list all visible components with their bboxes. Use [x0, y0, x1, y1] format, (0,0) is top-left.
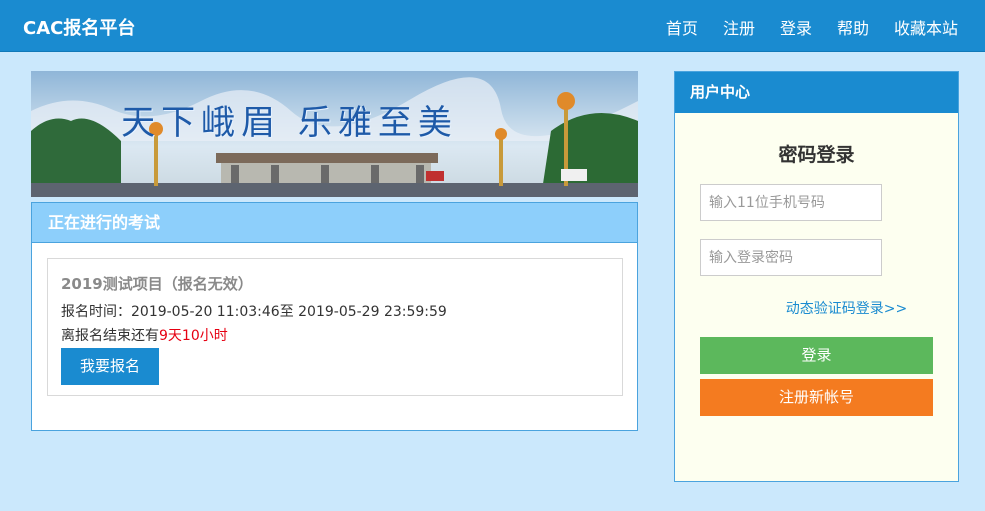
nav-home[interactable]: 首页	[666, 15, 698, 39]
ongoing-exams-panel: 正在进行的考试 2019测试项目（报名无效） 报名时间：2019-05-20 1…	[31, 202, 638, 431]
dynamic-code-login-link[interactable]: 动态验证码登录>>	[675, 298, 958, 318]
main-nav: 首页 注册 登录 帮助 收藏本站	[641, 15, 958, 39]
panel-title: 用户中心	[675, 72, 958, 113]
top-navbar: CAC报名平台 首页 注册 登录 帮助 收藏本站	[0, 0, 985, 52]
password-input[interactable]	[700, 239, 882, 276]
brand-title[interactable]: CAC报名平台	[23, 14, 135, 40]
registration-time-label: 报名时间：	[61, 304, 131, 320]
exam-name: 2019测试项目（报名无效）	[61, 275, 253, 293]
banner-image: 天下峨眉 乐雅至美	[31, 71, 638, 197]
login-heading: 密码登录	[778, 144, 855, 166]
panel-title: 正在进行的考试	[32, 203, 637, 243]
exam-card: 2019测试项目（报名无效） 报名时间：2019-05-20 11:03:46至…	[47, 258, 623, 396]
login-button[interactable]: 登录	[700, 337, 933, 374]
remaining-label: 离报名结束还有	[61, 328, 159, 344]
registration-time-range: 2019-05-20 11:03:46至 2019-05-29 23:59:59	[131, 304, 447, 320]
remaining-value: 9天10小时	[159, 328, 228, 344]
nav-bookmark[interactable]: 收藏本站	[894, 15, 958, 39]
nav-help[interactable]: 帮助	[837, 15, 869, 39]
time-remaining: 离报名结束还有9天10小时	[61, 324, 609, 348]
registration-time: 报名时间：2019-05-20 11:03:46至 2019-05-29 23:…	[61, 300, 609, 324]
nav-register[interactable]: 注册	[723, 15, 755, 39]
phone-input[interactable]	[700, 184, 882, 221]
banner-slogan: 天下峨眉 乐雅至美	[121, 103, 458, 143]
register-button[interactable]: 注册新帐号	[700, 379, 933, 416]
user-center-panel: 用户中心 密码登录 动态验证码登录>> 登录 注册新帐号	[674, 71, 959, 482]
apply-button[interactable]: 我要报名	[61, 348, 159, 385]
nav-login[interactable]: 登录	[780, 15, 812, 39]
